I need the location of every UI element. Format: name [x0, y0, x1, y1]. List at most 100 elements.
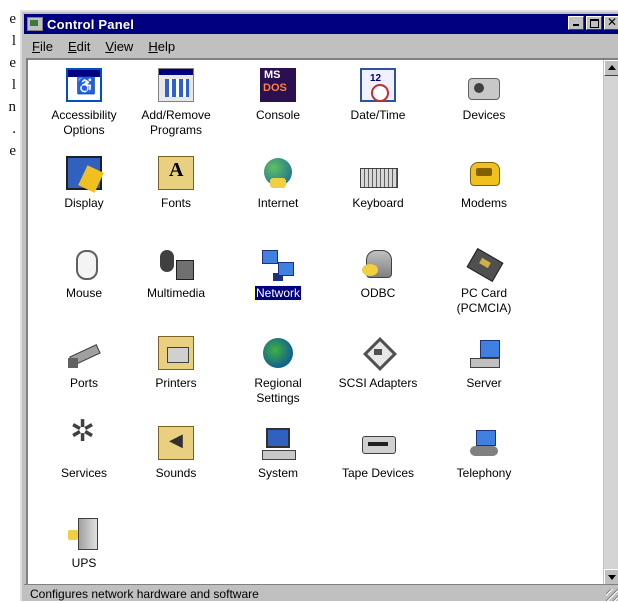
item-label: Devices	[462, 108, 506, 122]
item-services[interactable]: Services	[38, 424, 130, 481]
item-label: Date/Time	[350, 108, 406, 122]
side-text-char: .	[12, 121, 16, 137]
printers-folder-icon	[158, 336, 194, 370]
side-text-char: l	[11, 33, 16, 49]
side-text-char: l	[11, 77, 16, 93]
item-devices[interactable]: Devices	[438, 68, 530, 123]
add-remove-programs-icon	[158, 68, 194, 102]
side-text-char: e	[9, 11, 16, 27]
item-internet[interactable]: Internet	[232, 156, 324, 211]
item-mouse[interactable]: Mouse	[38, 246, 130, 301]
item-tape-devices[interactable]: Tape Devices	[332, 426, 424, 481]
close-button[interactable]	[604, 15, 618, 30]
menu-view[interactable]: View	[105, 39, 133, 54]
item-sounds[interactable]: Sounds	[130, 426, 222, 481]
side-text-char: n	[8, 99, 17, 115]
item-regional-settings[interactable]: Regional Settings	[232, 336, 324, 406]
item-label: Display	[64, 196, 104, 210]
item-multimedia[interactable]: Multimedia	[130, 246, 222, 301]
maximize-button[interactable]	[586, 16, 602, 30]
item-date-time[interactable]: Date/Time	[332, 68, 424, 123]
menu-bar: File Edit View Help	[24, 36, 618, 56]
scroll-up-button[interactable]	[604, 60, 618, 76]
item-ups[interactable]: UPS	[38, 516, 130, 571]
tape-drive-icon	[360, 426, 396, 460]
item-system[interactable]: System	[232, 426, 324, 481]
calendar-clock-icon	[360, 68, 396, 102]
item-fonts[interactable]: Fonts	[130, 156, 222, 211]
gears-icon	[66, 424, 102, 460]
minimize-button[interactable]	[568, 16, 584, 30]
fonts-folder-icon	[158, 156, 194, 190]
globe-icon	[260, 156, 296, 190]
item-label: Add/Remove Programs	[141, 108, 211, 137]
item-network[interactable]: Network	[232, 246, 324, 301]
window-controls	[566, 15, 618, 30]
item-label: PC Card (PCMCIA)	[456, 286, 512, 315]
item-telephony[interactable]: Telephony	[438, 426, 530, 481]
status-bar: Configures network hardware and software	[24, 584, 618, 603]
globe-icon	[260, 336, 296, 370]
item-label: Sounds	[155, 466, 197, 480]
item-label: Multimedia	[146, 286, 206, 300]
item-label: Regional Settings	[254, 376, 302, 405]
side-page-text: e l e l n . e	[0, 8, 18, 162]
menu-edit[interactable]: Edit	[68, 39, 90, 54]
control-panel-items: Accessibility Options Add/Remove Programs…	[28, 60, 602, 585]
speaker-folder-icon	[158, 426, 194, 460]
database-icon	[360, 246, 396, 280]
scroll-down-button[interactable]	[604, 569, 618, 585]
telephone-modem-icon	[466, 156, 502, 190]
item-printers[interactable]: Printers	[130, 336, 222, 391]
item-add-remove-programs[interactable]: Add/Remove Programs	[130, 68, 222, 138]
item-label: Telephony	[456, 466, 512, 480]
pc-card-icon	[466, 246, 502, 280]
item-label: System	[257, 466, 298, 480]
server-icon	[466, 336, 502, 370]
item-label: Modems	[460, 196, 507, 210]
side-text-char: e	[9, 143, 16, 159]
item-odbc[interactable]: ODBC	[332, 246, 424, 301]
keyboard-icon	[360, 156, 398, 190]
side-text-char: e	[9, 55, 16, 71]
port-cable-icon	[66, 336, 102, 370]
item-modems[interactable]: Modems	[438, 156, 530, 211]
item-accessibility-options[interactable]: Accessibility Options	[38, 68, 130, 138]
item-server[interactable]: Server	[438, 336, 530, 391]
multimedia-icon	[158, 246, 194, 280]
ups-battery-icon	[66, 516, 102, 550]
resize-grip[interactable]	[606, 589, 618, 601]
item-label: Accessibility Options	[51, 108, 117, 137]
item-console[interactable]: Console	[232, 68, 324, 123]
item-ports[interactable]: Ports	[38, 336, 130, 391]
accessibility-icon	[66, 68, 102, 102]
computer-icon	[260, 426, 296, 460]
window-title: Control Panel	[47, 16, 135, 32]
control-panel-icon[interactable]	[27, 17, 43, 31]
item-label: Network	[253, 285, 303, 301]
display-icon	[66, 156, 102, 190]
item-label: Console	[255, 108, 301, 122]
vertical-scrollbar[interactable]	[603, 60, 618, 585]
item-pc-card[interactable]: PC Card (PCMCIA)	[438, 246, 530, 316]
control-panel-window: Control Panel File Edit View Help Access…	[20, 10, 618, 601]
item-keyboard[interactable]: Keyboard	[332, 156, 424, 211]
ms-dos-console-icon	[260, 68, 296, 102]
item-label: Services	[60, 466, 107, 480]
item-label: Fonts	[160, 196, 191, 210]
menu-file[interactable]: File	[32, 39, 53, 54]
telephony-icon	[466, 426, 502, 460]
item-label: Internet	[257, 196, 299, 210]
item-label: ODBC	[360, 286, 396, 300]
item-label: UPS	[71, 556, 97, 570]
item-label: Tape Devices	[341, 466, 415, 480]
menu-help[interactable]: Help	[148, 39, 175, 54]
item-display[interactable]: Display	[38, 156, 130, 211]
devices-icon	[466, 68, 502, 102]
mouse-icon	[66, 246, 102, 280]
scsi-icon	[360, 336, 396, 370]
title-bar[interactable]: Control Panel	[24, 14, 618, 34]
item-scsi-adapters[interactable]: SCSI Adapters	[332, 336, 424, 391]
item-label: Server	[466, 376, 502, 390]
item-label: Printers	[155, 376, 197, 390]
